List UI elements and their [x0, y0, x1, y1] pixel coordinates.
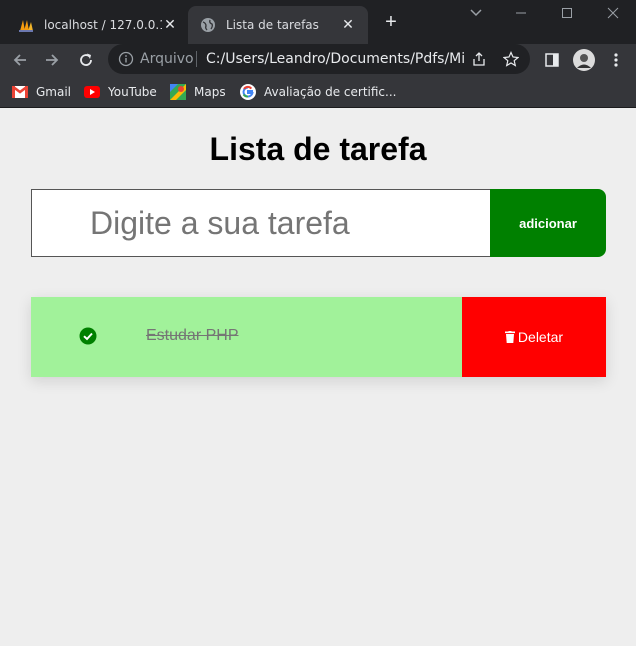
- gmail-icon: [12, 84, 28, 100]
- tab-lista-de-tarefas[interactable]: Lista de tarefas ✕: [188, 6, 368, 44]
- bookmark-star-icon[interactable]: [502, 50, 520, 68]
- tab-close-icon[interactable]: ✕: [340, 17, 356, 33]
- reload-icon[interactable]: [74, 48, 98, 72]
- bookmarks-bar: Gmail YouTube Maps Avaliação de certific…: [0, 76, 636, 108]
- google-icon: [240, 84, 256, 100]
- bookmark-maps[interactable]: Maps: [170, 82, 226, 102]
- trash-icon: [504, 331, 515, 343]
- add-task-button[interactable]: adicionar: [490, 189, 606, 257]
- bookmark-label: YouTube: [108, 85, 157, 99]
- phpmyadmin-icon: [18, 17, 34, 33]
- task-text: Estudar PHP: [146, 327, 239, 344]
- delete-task-button[interactable]: Deletar: [462, 297, 606, 377]
- forward-arrow-icon[interactable]: [40, 48, 64, 72]
- tab-title: Lista de tarefas: [226, 18, 319, 32]
- scheme-label: Arquivo: [140, 51, 194, 67]
- share-icon[interactable]: [470, 50, 488, 68]
- menu-kebab-icon[interactable]: [604, 48, 628, 72]
- tab-close-icon[interactable]: ✕: [162, 17, 178, 33]
- tab-search-chevron-icon[interactable]: [466, 4, 486, 20]
- bookmark-avaliacao[interactable]: Avaliação de certific...: [240, 82, 396, 102]
- tab-title: localhost / 127.0.0.1 /: [44, 18, 162, 32]
- minimize-icon[interactable]: [498, 0, 544, 26]
- browser-tab-strip: localhost / 127.0.0.1 / ✕ Lista de taref…: [0, 0, 636, 44]
- new-tab-button[interactable]: +: [380, 11, 402, 33]
- maximize-icon[interactable]: [544, 0, 590, 26]
- task-input[interactable]: [31, 189, 491, 257]
- delete-label: Deletar: [517, 329, 564, 345]
- bookmark-label: Maps: [194, 85, 226, 99]
- bookmark-youtube[interactable]: YouTube: [84, 82, 157, 102]
- page-content: Lista de tarefa adicionar Estudar PHP De…: [0, 109, 636, 646]
- maps-icon: [170, 84, 186, 100]
- page-title: Lista de tarefa: [209, 131, 427, 167]
- list-item: Estudar PHP Deletar: [31, 297, 606, 377]
- check-circle-icon[interactable]: [79, 327, 97, 345]
- bookmark-gmail[interactable]: Gmail: [12, 82, 71, 102]
- address-bar[interactable]: Arquivo C:/Users/Leandro/Documents/Pdfs/…: [108, 44, 530, 74]
- bookmark-label: Avaliação de certific...: [264, 85, 397, 99]
- info-icon[interactable]: [118, 51, 134, 67]
- side-panel-icon[interactable]: [540, 48, 564, 72]
- youtube-icon: [84, 84, 100, 100]
- bookmark-label: Gmail: [36, 85, 72, 99]
- tab-localhost[interactable]: localhost / 127.0.0.1 / ✕: [6, 6, 190, 44]
- globe-icon: [200, 17, 216, 33]
- back-arrow-icon[interactable]: [8, 48, 32, 72]
- divider: [196, 51, 197, 67]
- profile-avatar[interactable]: [572, 48, 596, 72]
- close-window-icon[interactable]: [590, 0, 636, 26]
- url-text[interactable]: C:/Users/Leandro/Documents/Pdfs/Min...: [206, 51, 466, 67]
